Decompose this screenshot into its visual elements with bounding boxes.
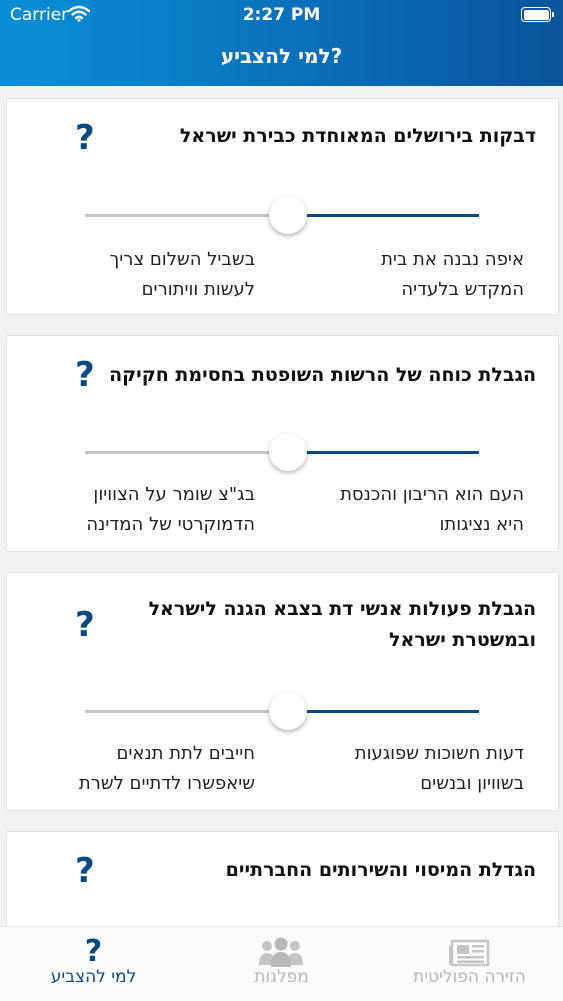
tab-bar: ? למי להצביע מפלגות הזירה הפוליטית xyxy=(0,926,563,1001)
battery-icon xyxy=(521,7,554,22)
question-card: דבקות בירושלים המאוחדת כבירת ישראל ? איפ… xyxy=(6,98,559,315)
tab-political-arena[interactable]: הזירה הפוליטית xyxy=(376,927,563,1001)
slider-track-right xyxy=(288,214,479,217)
question-title: הגבלת פעולות אנשי דת בצבא הגנה לישראל וב… xyxy=(148,598,536,651)
slider-right-label: איפה נבנה את בית המקדש בלעדיה xyxy=(381,249,524,300)
people-icon xyxy=(259,937,303,967)
question-card: הגבלת כוחה של הרשות השופטת בחסימת חקיקה … xyxy=(6,335,559,552)
app-header: Carrier 2:27 PM למי להצביע? xyxy=(0,0,563,86)
tab-label: הזירה הפוליטית xyxy=(413,967,526,987)
question-title: הגדלת המיסוי והשירותים החברתיים xyxy=(225,859,536,881)
help-icon[interactable]: ? xyxy=(75,608,95,642)
question-title: הגבלת כוחה של הרשות השופטת בחסימת חקיקה xyxy=(109,364,536,386)
slider-right-label: דעות חשוכות שפוגעות בשוויון ובנשים xyxy=(354,743,524,794)
opinion-slider[interactable] xyxy=(85,692,479,732)
opinion-slider[interactable] xyxy=(85,433,479,473)
slider-knob[interactable] xyxy=(269,692,307,730)
tab-label: מפלגות xyxy=(254,967,309,987)
help-icon[interactable]: ? xyxy=(75,358,95,392)
tab-parties[interactable]: מפלגות xyxy=(188,927,375,1001)
slider-left-label: חייבים לתת תנאים שיאפשרו לדתיים לשרת xyxy=(78,743,255,794)
slider-left-label: בג"צ שומר על הצוויון הדמוקרטי של המדינה xyxy=(86,484,255,535)
slider-knob[interactable] xyxy=(269,433,307,471)
help-icon[interactable]: ? xyxy=(75,121,95,155)
slider-track-right xyxy=(288,710,479,713)
slider-track-left xyxy=(85,710,288,713)
slider-track-right xyxy=(288,451,479,454)
slider-track-left xyxy=(85,214,288,217)
slider-right-label: העם הוא הריבון והכנסת היא נציגותו xyxy=(340,484,524,535)
newspaper-icon xyxy=(449,939,490,967)
slider-knob[interactable] xyxy=(269,196,307,234)
status-time: 2:27 PM xyxy=(242,5,321,25)
tab-who-to-vote[interactable]: ? למי להצביע xyxy=(0,927,187,1001)
question-card: הגבלת פעולות אנשי דת בצבא הגנה לישראל וב… xyxy=(6,572,559,811)
status-bar: Carrier 2:27 PM xyxy=(0,0,563,30)
slider-track-left xyxy=(85,451,288,454)
question-title: דבקות בירושלים המאוחדת כבירת ישראל xyxy=(179,125,536,147)
slider-left-label: בשביל השלום צריך לעשות וויתורים xyxy=(109,249,255,300)
page-title: למי להצביע? xyxy=(220,44,343,68)
help-icon[interactable]: ? xyxy=(75,854,95,888)
question-icon: ? xyxy=(84,934,103,969)
opinion-slider[interactable] xyxy=(85,196,479,236)
tab-label: למי להצביע xyxy=(50,967,137,987)
